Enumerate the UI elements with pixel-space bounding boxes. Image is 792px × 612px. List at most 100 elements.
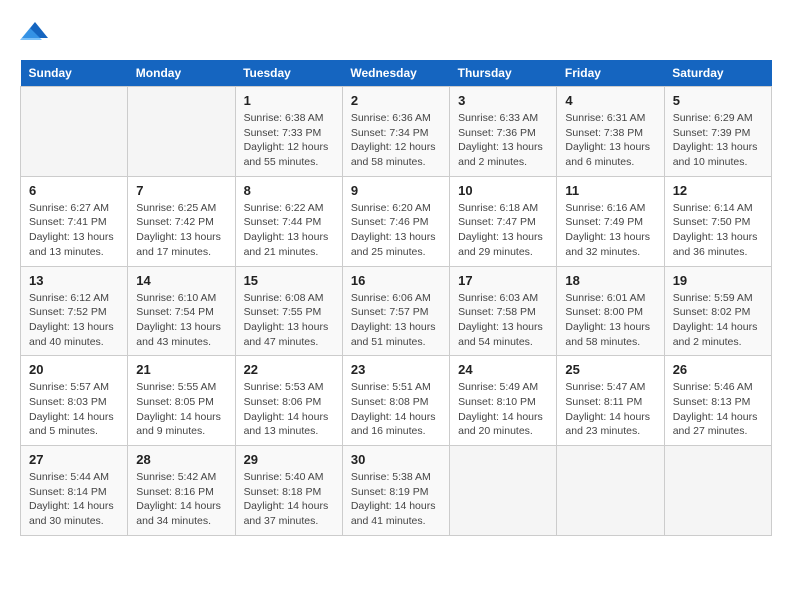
calendar-cell: 1 Sunrise: 6:38 AM Sunset: 7:33 PM Daylig… — [235, 87, 342, 177]
header-row: SundayMondayTuesdayWednesdayThursdayFrid… — [21, 60, 772, 87]
calendar-cell: 29 Sunrise: 5:40 AM Sunset: 8:18 PM Dayli… — [235, 446, 342, 536]
day-number: 29 — [244, 452, 334, 467]
calendar-cell: 21Sunrise: 5:55 AM Sunset: 8:05 PM Dayli… — [128, 356, 235, 446]
day-info: Sunrise: 5:51 AM Sunset: 8:08 PM Dayligh… — [351, 380, 441, 439]
day-number: 3 — [458, 93, 548, 108]
day-info: Sunrise: 6:01 AM Sunset: 8:00 PM Dayligh… — [565, 291, 655, 350]
calendar-cell: 17 Sunrise: 6:03 AM Sunset: 7:58 PM Dayli… — [450, 266, 557, 356]
calendar-body: 1 Sunrise: 6:38 AM Sunset: 7:33 PM Daylig… — [21, 87, 772, 536]
calendar-row: 27 Sunrise: 5:44 AM Sunset: 8:14 PM Dayli… — [21, 446, 772, 536]
calendar-cell: 4 Sunrise: 6:31 AM Sunset: 7:38 PM Daylig… — [557, 87, 664, 177]
calendar-row: 6 Sunrise: 6:27 AM Sunset: 7:41 PM Daylig… — [21, 176, 772, 266]
day-info: Sunrise: 5:42 AM Sunset: 8:16 PM Dayligh… — [136, 470, 226, 529]
calendar-cell: 24 Sunrise: 5:49 AM Sunset: 8:10 PM Dayli… — [450, 356, 557, 446]
column-header-saturday: Saturday — [664, 60, 771, 87]
calendar-cell: 7Sunrise: 6:25 AM Sunset: 7:42 PM Daylig… — [128, 176, 235, 266]
calendar-cell: 3 Sunrise: 6:33 AM Sunset: 7:36 PM Daylig… — [450, 87, 557, 177]
calendar-cell: 12 Sunrise: 6:14 AM Sunset: 7:50 PM Dayli… — [664, 176, 771, 266]
calendar-cell: 8 Sunrise: 6:22 AM Sunset: 7:44 PM Daylig… — [235, 176, 342, 266]
day-info: Sunrise: 6:33 AM Sunset: 7:36 PM Dayligh… — [458, 111, 548, 170]
calendar-table: SundayMondayTuesdayWednesdayThursdayFrid… — [20, 60, 772, 536]
day-number: 13 — [29, 273, 119, 288]
day-info: Sunrise: 5:40 AM Sunset: 8:18 PM Dayligh… — [244, 470, 334, 529]
calendar-cell: 5 Sunrise: 6:29 AM Sunset: 7:39 PM Daylig… — [664, 87, 771, 177]
calendar-cell — [450, 446, 557, 536]
day-info: Sunrise: 6:22 AM Sunset: 7:44 PM Dayligh… — [244, 201, 334, 260]
day-info: Sunrise: 6:03 AM Sunset: 7:58 PM Dayligh… — [458, 291, 548, 350]
calendar-cell: 13 Sunrise: 6:12 AM Sunset: 7:52 PM Dayli… — [21, 266, 128, 356]
calendar-cell: 30Sunrise: 5:38 AM Sunset: 8:19 PM Dayli… — [342, 446, 449, 536]
day-number: 14 — [136, 273, 226, 288]
calendar-cell: 6 Sunrise: 6:27 AM Sunset: 7:41 PM Daylig… — [21, 176, 128, 266]
day-number: 5 — [673, 93, 763, 108]
column-header-monday: Monday — [128, 60, 235, 87]
day-number: 15 — [244, 273, 334, 288]
column-header-thursday: Thursday — [450, 60, 557, 87]
calendar-cell: 18 Sunrise: 6:01 AM Sunset: 8:00 PM Dayli… — [557, 266, 664, 356]
calendar-cell: 22 Sunrise: 5:53 AM Sunset: 8:06 PM Dayli… — [235, 356, 342, 446]
column-header-tuesday: Tuesday — [235, 60, 342, 87]
page-header — [20, 20, 772, 44]
day-info: Sunrise: 5:57 AM Sunset: 8:03 PM Dayligh… — [29, 380, 119, 439]
calendar-cell: 14 Sunrise: 6:10 AM Sunset: 7:54 PM Dayli… — [128, 266, 235, 356]
day-info: Sunrise: 6:18 AM Sunset: 7:47 PM Dayligh… — [458, 201, 548, 260]
calendar-cell — [21, 87, 128, 177]
day-number: 2 — [351, 93, 441, 108]
day-info: Sunrise: 6:27 AM Sunset: 7:41 PM Dayligh… — [29, 201, 119, 260]
day-info: Sunrise: 5:47 AM Sunset: 8:11 PM Dayligh… — [565, 380, 655, 439]
calendar-cell — [128, 87, 235, 177]
day-number: 11 — [565, 183, 655, 198]
calendar-cell: 16 Sunrise: 6:06 AM Sunset: 7:57 PM Dayli… — [342, 266, 449, 356]
day-info: Sunrise: 6:12 AM Sunset: 7:52 PM Dayligh… — [29, 291, 119, 350]
day-info: Sunrise: 6:29 AM Sunset: 7:39 PM Dayligh… — [673, 111, 763, 170]
day-number: 28 — [136, 452, 226, 467]
day-info: Sunrise: 5:53 AM Sunset: 8:06 PM Dayligh… — [244, 380, 334, 439]
day-info: Sunrise: 6:36 AM Sunset: 7:34 PM Dayligh… — [351, 111, 441, 170]
calendar-cell: 10Sunrise: 6:18 AM Sunset: 7:47 PM Dayli… — [450, 176, 557, 266]
day-info: Sunrise: 6:20 AM Sunset: 7:46 PM Dayligh… — [351, 201, 441, 260]
day-number: 30 — [351, 452, 441, 467]
calendar-cell: 2 Sunrise: 6:36 AM Sunset: 7:34 PM Daylig… — [342, 87, 449, 177]
calendar-header: SundayMondayTuesdayWednesdayThursdayFrid… — [21, 60, 772, 87]
calendar-cell: 27 Sunrise: 5:44 AM Sunset: 8:14 PM Dayli… — [21, 446, 128, 536]
day-info: Sunrise: 5:46 AM Sunset: 8:13 PM Dayligh… — [673, 380, 763, 439]
day-number: 20 — [29, 362, 119, 377]
day-info: Sunrise: 6:38 AM Sunset: 7:33 PM Dayligh… — [244, 111, 334, 170]
day-number: 1 — [244, 93, 334, 108]
calendar-cell: 26 Sunrise: 5:46 AM Sunset: 8:13 PM Dayli… — [664, 356, 771, 446]
calendar-cell: 19Sunrise: 5:59 AM Sunset: 8:02 PM Dayli… — [664, 266, 771, 356]
day-info: Sunrise: 6:14 AM Sunset: 7:50 PM Dayligh… — [673, 201, 763, 260]
day-number: 8 — [244, 183, 334, 198]
day-number: 24 — [458, 362, 548, 377]
calendar-row: 20 Sunrise: 5:57 AM Sunset: 8:03 PM Dayli… — [21, 356, 772, 446]
day-number: 25 — [565, 362, 655, 377]
day-info: Sunrise: 5:55 AM Sunset: 8:05 PM Dayligh… — [136, 380, 226, 439]
day-number: 7 — [136, 183, 226, 198]
day-number: 17 — [458, 273, 548, 288]
calendar-row: 1 Sunrise: 6:38 AM Sunset: 7:33 PM Daylig… — [21, 87, 772, 177]
day-number: 4 — [565, 93, 655, 108]
day-number: 26 — [673, 362, 763, 377]
calendar-cell: 25 Sunrise: 5:47 AM Sunset: 8:11 PM Dayli… — [557, 356, 664, 446]
day-info: Sunrise: 5:44 AM Sunset: 8:14 PM Dayligh… — [29, 470, 119, 529]
day-info: Sunrise: 6:08 AM Sunset: 7:55 PM Dayligh… — [244, 291, 334, 350]
day-number: 23 — [351, 362, 441, 377]
day-info: Sunrise: 6:06 AM Sunset: 7:57 PM Dayligh… — [351, 291, 441, 350]
column-header-wednesday: Wednesday — [342, 60, 449, 87]
calendar-cell: 20 Sunrise: 5:57 AM Sunset: 8:03 PM Dayli… — [21, 356, 128, 446]
calendar-cell: 9Sunrise: 6:20 AM Sunset: 7:46 PM Daylig… — [342, 176, 449, 266]
calendar-cell: 28 Sunrise: 5:42 AM Sunset: 8:16 PM Dayli… — [128, 446, 235, 536]
day-number: 27 — [29, 452, 119, 467]
day-number: 18 — [565, 273, 655, 288]
day-number: 12 — [673, 183, 763, 198]
day-number: 16 — [351, 273, 441, 288]
logo-icon — [20, 20, 50, 44]
logo — [20, 20, 54, 44]
day-number: 22 — [244, 362, 334, 377]
day-number: 19 — [673, 273, 763, 288]
day-number: 6 — [29, 183, 119, 198]
day-info: Sunrise: 6:31 AM Sunset: 7:38 PM Dayligh… — [565, 111, 655, 170]
calendar-cell — [664, 446, 771, 536]
day-info: Sunrise: 6:10 AM Sunset: 7:54 PM Dayligh… — [136, 291, 226, 350]
day-info: Sunrise: 5:49 AM Sunset: 8:10 PM Dayligh… — [458, 380, 548, 439]
